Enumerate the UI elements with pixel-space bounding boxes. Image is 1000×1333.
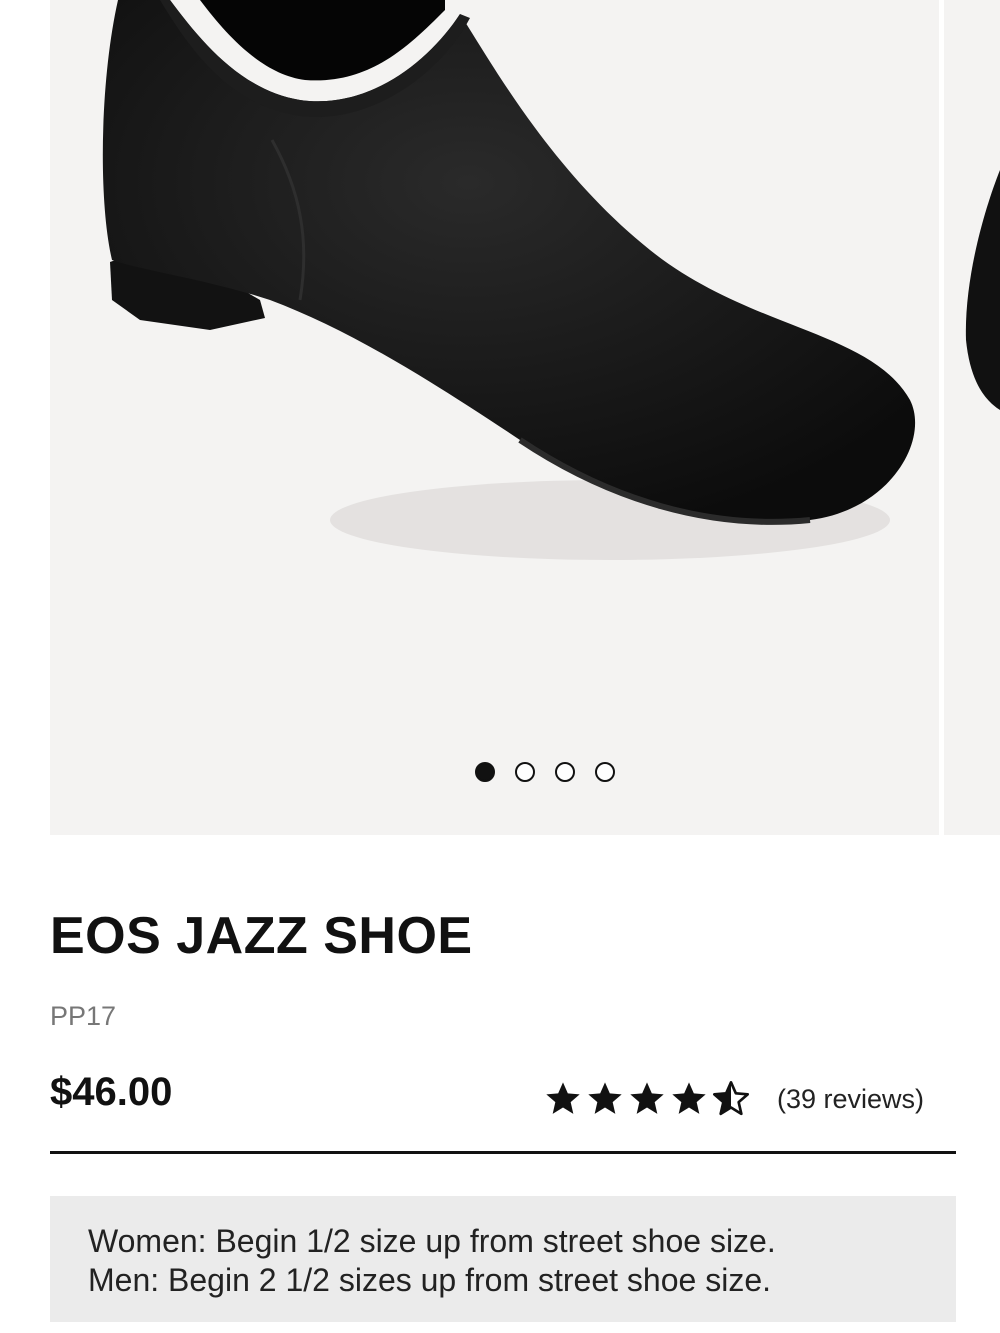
star-full-icon <box>630 1082 664 1114</box>
star-full-icon <box>546 1082 580 1114</box>
product-image-slide[interactable] <box>50 0 939 835</box>
rating-stars <box>543 1079 751 1119</box>
sizing-note: Women: Begin 1/2 size up from street sho… <box>50 1196 956 1322</box>
sizing-note-men: Men: Begin 2 1/2 sizes up from street sh… <box>88 1262 771 1298</box>
star-half-icon <box>713 1081 749 1116</box>
carousel-dot-3[interactable] <box>555 762 575 782</box>
star-full-icon <box>672 1082 706 1114</box>
next-product-image-peek[interactable] <box>944 0 1000 835</box>
product-image-gallery[interactable] <box>0 0 1000 835</box>
next-shoe-image <box>965 170 1000 410</box>
product-sku: PP17 <box>50 1001 117 1031</box>
carousel-dot-1[interactable] <box>475 762 495 782</box>
jazz-shoe-image <box>102 0 916 560</box>
divider <box>50 1151 956 1154</box>
product-title: EOS JAZZ SHOE <box>50 907 473 965</box>
product-price: $46.00 <box>50 1070 173 1114</box>
sizing-note-women: Women: Begin 1/2 size up from street sho… <box>88 1223 776 1259</box>
review-count-link[interactable]: (39 reviews) <box>777 1084 924 1115</box>
star-full-icon <box>588 1082 622 1114</box>
carousel-dot-4[interactable] <box>595 762 615 782</box>
product-rating[interactable]: (39 reviews) <box>543 1076 924 1122</box>
carousel-dots <box>475 762 615 782</box>
carousel-dot-2[interactable] <box>515 762 535 782</box>
